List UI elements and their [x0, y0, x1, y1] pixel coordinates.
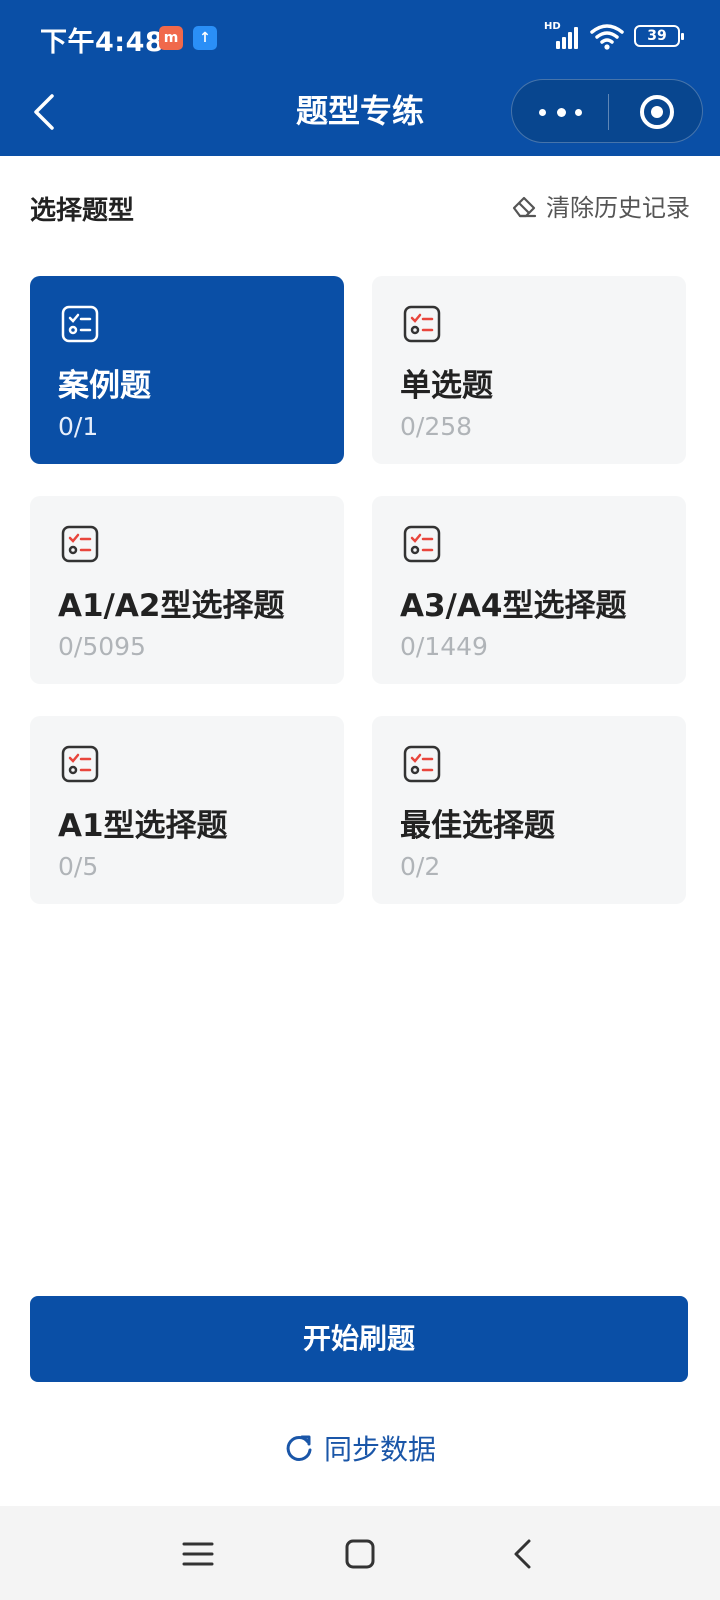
card-count: 0/258	[400, 412, 473, 441]
card-a1-a2-choice[interactable]: A1/A2型选择题 0/5095	[30, 496, 344, 684]
refresh-icon	[286, 1435, 312, 1461]
status-indicators: HD 39	[544, 20, 684, 52]
system-nav-bar	[0, 1506, 720, 1600]
card-count: 0/1	[58, 412, 99, 441]
checklist-icon	[61, 525, 99, 563]
menu-icon[interactable]	[178, 1534, 218, 1574]
card-title: A1型选择题	[58, 808, 228, 844]
start-practice-button[interactable]: 开始刷题	[30, 1296, 688, 1382]
status-time: 下午4:48	[40, 27, 165, 58]
capsule-divider	[608, 94, 609, 130]
status-bar: 下午4:48 m ↑ HD 39	[0, 0, 720, 76]
clear-history-button[interactable]: 清除历史记录	[510, 188, 690, 223]
checklist-icon	[61, 305, 99, 343]
card-case-questions[interactable]: 案例题 0/1	[30, 276, 344, 464]
card-count: 0/1449	[400, 632, 488, 661]
more-dots-icon[interactable]	[534, 80, 588, 144]
battery-icon: 39	[634, 25, 684, 47]
checklist-icon	[403, 745, 441, 783]
mini-program-capsule	[511, 79, 703, 143]
checklist-icon	[403, 525, 441, 563]
card-single-choice[interactable]: 单选题 0/258	[372, 276, 686, 464]
card-title: 单选题	[400, 368, 493, 404]
clear-history-label: 清除历史记录	[546, 194, 690, 222]
card-best-choice[interactable]: 最佳选择题 0/2	[372, 716, 686, 904]
card-a3-a4-choice[interactable]: A3/A4型选择题 0/1449	[372, 496, 686, 684]
checklist-icon	[403, 305, 441, 343]
card-title: 案例题	[58, 368, 151, 404]
card-count: 0/2	[400, 852, 441, 881]
card-count: 0/5095	[58, 632, 146, 661]
signal-icon: HD	[544, 21, 580, 49]
card-title: A3/A4型选择题	[400, 588, 627, 624]
wifi-icon	[590, 24, 624, 50]
home-icon[interactable]	[340, 1534, 380, 1574]
card-count: 0/5	[58, 852, 99, 881]
system-back-icon[interactable]	[504, 1534, 544, 1574]
section-title: 选择题型	[30, 196, 135, 226]
mi-notification-icon: m	[159, 26, 183, 50]
checklist-icon	[61, 745, 99, 783]
card-title: A1/A2型选择题	[58, 588, 285, 624]
card-title: 最佳选择题	[400, 808, 555, 844]
card-a1-choice[interactable]: A1型选择题 0/5	[30, 716, 344, 904]
sync-data-label: 同步数据	[323, 1433, 436, 1466]
target-icon[interactable]	[640, 95, 674, 129]
upload-notification-icon: ↑	[193, 26, 217, 50]
nav-bar: 题型专练	[0, 76, 720, 156]
battery-level: 39	[647, 28, 667, 44]
sync-data-button[interactable]: 同步数据	[0, 1428, 720, 1468]
eraser-icon	[512, 196, 537, 217]
app-header: 下午4:48 m ↑ HD 39 题型专练	[0, 0, 720, 156]
